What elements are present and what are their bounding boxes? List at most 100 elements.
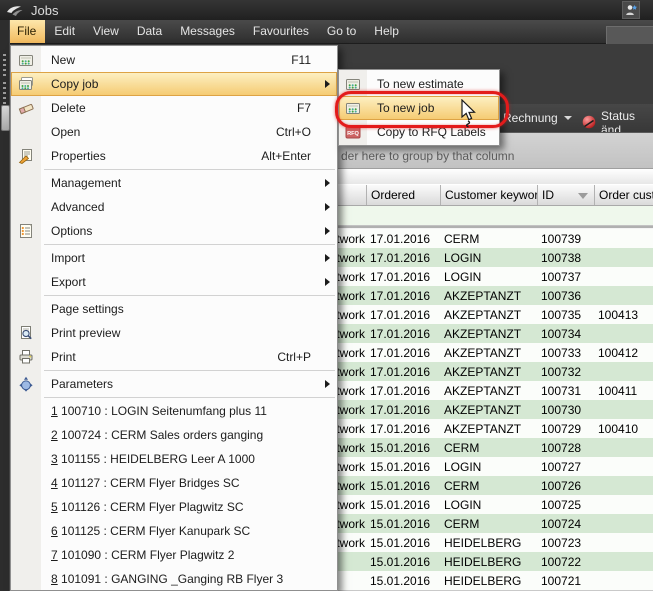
table-row[interactable]: twork17.01.2016AKZEPTANZT100733100412 [338,343,653,362]
submenu-item-to-new-job[interactable]: To new job [339,96,499,120]
menu-item-open[interactable]: OpenCtrl+O [11,120,337,144]
toolbar-button-label: Status änd [601,109,653,133]
sort-descending-icon[interactable] [578,193,588,199]
menubar-item-edit[interactable]: Edit [45,20,84,43]
menu-item-import[interactable]: Import [11,246,337,270]
table-row[interactable]: twork17.01.2016AKZEPTANZT100735100413 [338,305,653,324]
recent-file-item-2[interactable]: 2 100724 : CERM Sales orders ganging [11,423,337,447]
recent-file-label: 100724 : CERM Sales orders ganging [58,428,263,442]
recent-accel-number: 3 [51,452,58,466]
menu-item-properties[interactable]: PropertiesAlt+Enter [11,144,337,168]
recent-file-item-7[interactable]: 7 101090 : CERM Flyer Plagwitz 2 [11,543,337,567]
table-row[interactable]: twork15.01.2016HEIDELBERG100723 [338,533,653,552]
table-row[interactable]: twork17.01.2016AKZEPTANZT100736 [338,286,653,305]
left-panel-strip[interactable] [0,20,10,591]
table-row[interactable]: twork15.01.2016CERM100726 [338,476,653,495]
cell-text: 17.01.2016 [370,251,430,265]
menubar-item-help[interactable]: Help [365,20,408,43]
cell-text: 100734 [541,327,581,341]
options-icon [18,223,34,239]
menu-item-print[interactable]: PrintCtrl+P [11,345,337,369]
cell-text: 17.01.2016 [370,346,430,360]
cell-customer_keyword: AKZEPTANZT [441,384,538,398]
menu-item-advanced[interactable]: Advanced [11,195,337,219]
menu-item-delete[interactable]: DeleteF7 [11,96,337,120]
cell-text: twork [338,460,365,474]
column-header-ordered[interactable]: Ordered [367,185,441,205]
cell-id: 100736 [538,289,595,303]
recent-file-item-4[interactable]: 4 101127 : CERM Flyer Bridges SC [11,471,337,495]
submenu-item-copy-to-rfq-labels[interactable]: RFQ Copy to RFQ Labels [339,120,499,144]
print-preview-icon [18,325,34,341]
table-row[interactable]: 15.01.2016HEIDELBERG100722 [338,552,653,571]
menubar-item-data[interactable]: Data [128,20,171,43]
recent-file-item-5[interactable]: 5 101126 : CERM Flyer Plagwitz SC [11,495,337,519]
chevron-down-icon[interactable] [564,116,572,120]
grid-filter-row[interactable] [338,206,653,226]
submenu-arrow-icon [325,254,330,262]
cell-text: 15.01.2016 [370,574,430,588]
cell-ordered: 17.01.2016 [367,365,441,379]
menu-item-new[interactable]: NewF11 [11,48,337,72]
column-header-id[interactable]: ID [538,185,595,205]
menubar-item-file[interactable]: File [8,20,45,43]
table-row[interactable]: twork15.01.2016CERM100724 [338,514,653,533]
submenu-item-to-new-estimate[interactable]: To new estimate [339,72,499,96]
panel-splitter-thumb[interactable] [1,105,10,131]
menubar-item-favourites[interactable]: Favourites [244,20,318,43]
menu-item-print-preview[interactable]: Print preview [11,321,337,345]
recent-file-item-6[interactable]: 6 101125 : CERM Flyer Kanupark SC [11,519,337,543]
table-row[interactable]: 15.01.2016HEIDELBERG100721 [338,571,653,590]
column-header-label: Ordered [371,188,415,202]
menu-item-label: Import [51,251,85,265]
table-row[interactable]: twork17.01.2016LOGIN100737 [338,267,653,286]
cell-ordered: 15.01.2016 [367,555,441,569]
table-row[interactable]: twork17.01.2016AKZEPTANZT100729100410 [338,419,653,438]
menu-item-page-settings[interactable]: Page settings [11,297,337,321]
table-row[interactable]: twork17.01.2016LOGIN100738 [338,248,653,267]
column-header-customer-keyword[interactable]: Customer keyword [441,185,538,205]
cell-status: twork [338,438,367,457]
menu-item-management[interactable]: Management [11,171,337,195]
menu-item-export[interactable]: Export [11,270,337,294]
file-menu-popup: NewF11Copy jobDeleteF7OpenCtrl+OProperti… [10,45,338,591]
column-header-order-custo[interactable]: Order custo [595,185,653,205]
menu-item-copy-job[interactable]: Copy job [11,72,337,96]
menu-item-options[interactable]: Options [11,219,337,243]
user-button[interactable] [622,1,640,19]
cell-text: 100725 [541,498,581,512]
table-row[interactable]: twork17.01.2016AKZEPTANZT100730 [338,400,653,419]
recent-file-item-1[interactable]: 1 100710 : LOGIN Seitenumfang plus 11 [11,399,337,423]
menu-item-label: Copy to RFQ Labels [377,125,486,139]
cell-text: LOGIN [444,251,481,265]
cell-id: 100739 [538,232,595,246]
cell-text: 17.01.2016 [370,365,430,379]
rfq-icon: RFQ [345,124,361,140]
table-row[interactable]: twork17.01.2016AKZEPTANZT100734 [338,324,653,343]
menubar-item-view[interactable]: View [84,20,128,43]
job-icon [345,100,361,116]
panel-grip[interactable] [3,54,6,76]
menubar-item-go-to[interactable]: Go to [318,20,365,43]
table-row[interactable]: twork17.01.2016AKZEPTANZT100732 [338,362,653,381]
cell-ordered: 17.01.2016 [367,403,441,417]
print-icon [18,349,34,365]
cell-customer_keyword: LOGIN [441,251,538,265]
table-row[interactable]: twork15.01.2016LOGIN100727 [338,457,653,476]
cell-status: twork [338,362,367,381]
cell-text: 100724 [541,517,581,531]
recent-file-item-8[interactable]: 8 101091 : GANGING _Ganging RB Flyer 3 [11,567,337,591]
table-row[interactable]: twork15.01.2016CERM100728 [338,438,653,457]
table-row[interactable]: twork15.01.2016LOGIN100725 [338,495,653,514]
cell-text: 100729 [541,422,581,436]
column-header-status[interactable] [338,185,367,205]
menu-item-parameters[interactable]: Parameters [11,372,337,396]
menubar-item-messages[interactable]: Messages [171,20,244,43]
table-row[interactable]: twork17.01.2016CERM100739 [338,229,653,248]
cell-status [338,552,367,571]
panel-grip[interactable] [3,82,6,104]
toolbar-button-status[interactable]: Status änd [581,109,653,133]
recent-file-item-3[interactable]: 3 101155 : HEIDELBERG Leer A 1000 [11,447,337,471]
table-row[interactable]: twork17.01.2016AKZEPTANZT100731100411 [338,381,653,400]
cell-customer_keyword: LOGIN [441,270,538,284]
